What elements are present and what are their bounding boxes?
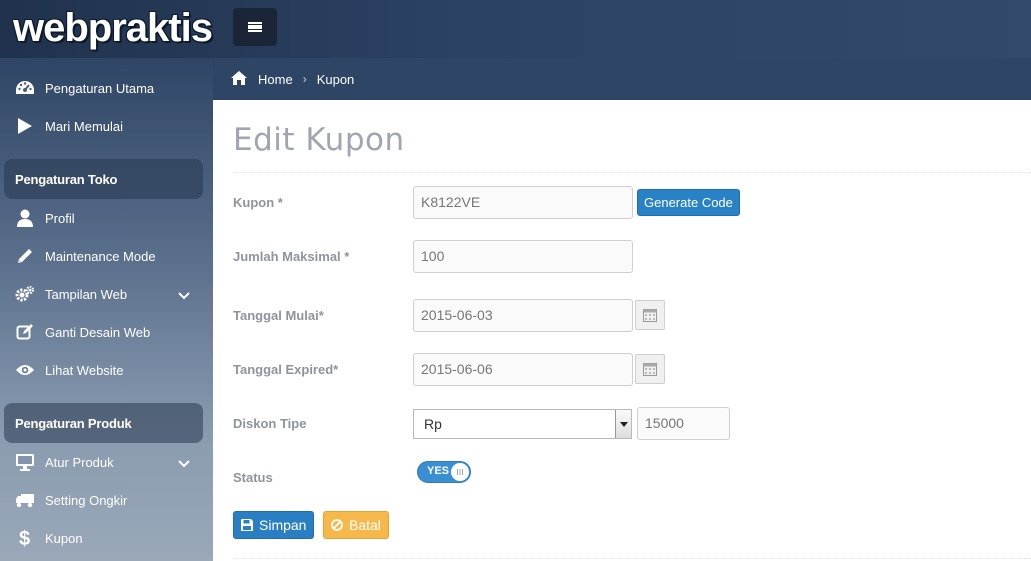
batal-label: Batal [349, 517, 381, 533]
calendar-icon [643, 363, 657, 376]
sidebar-item-pengaturan-utama[interactable]: Pengaturan Utama [0, 70, 213, 106]
divider [233, 172, 1031, 173]
dropdown-arrow-icon [615, 410, 631, 438]
ban-icon [331, 519, 343, 531]
pencil-icon [15, 246, 35, 266]
sidebar-item-setting-ongkir[interactable]: Setting Ongkir [0, 482, 213, 518]
tanggal-expired-input[interactable]: 2015-06-06 [413, 353, 633, 386]
sidebar-item-label: Mari Memulai [45, 118, 124, 134]
save-icon [241, 519, 253, 531]
sidebar-item-label: Pengaturan Utama [45, 80, 155, 96]
sidebar-item-label: Setting Ongkir [45, 492, 128, 508]
sidebar-item-label: Profil [45, 210, 75, 226]
kupon-input[interactable]: K8122VE [413, 186, 633, 219]
sidebar-item-kupon[interactable]: $ Kupon [0, 520, 213, 556]
dashboard-icon [15, 78, 35, 98]
main-content: Edit Kupon Kupon * K8122VE Generate Code… [213, 100, 1031, 561]
menu-toggle-button[interactable] [233, 8, 277, 46]
sidebar-section-produk: Pengaturan Produk [4, 403, 203, 443]
diskon-tipe-label: Diskon Tipe [233, 416, 307, 431]
edit-icon [15, 322, 35, 342]
status-label: Status [233, 470, 273, 485]
sidebar-item-label: Kupon [45, 530, 83, 546]
sidebar-item-label: Lihat Website [45, 362, 124, 378]
tanggal-expired-calendar-button[interactable] [635, 354, 665, 384]
diskon-amount-input[interactable]: 15000 [637, 407, 730, 440]
breadcrumb: Home › Kupon [213, 58, 1031, 100]
batal-button[interactable]: Batal [323, 511, 389, 539]
sidebar-item-atur-produk[interactable]: Atur Produk [0, 444, 213, 480]
jumlah-maksimal-label: Jumlah Maksimal * [233, 249, 350, 264]
sidebar-item-label: Atur Produk [45, 454, 114, 470]
jumlah-maksimal-input[interactable]: 100 [413, 240, 633, 273]
tanggal-mulai-label: Tanggal Mulai* [233, 308, 324, 323]
tanggal-mulai-input[interactable]: 2015-06-03 [413, 299, 633, 332]
svg-text:$: $ [19, 528, 30, 548]
tanggal-expired-label: Tanggal Expired* [233, 362, 339, 377]
simpan-label: Simpan [259, 517, 307, 533]
status-toggle[interactable]: YES [417, 461, 471, 483]
brand-logo[interactable]: webpraktis [13, 6, 213, 50]
divider [233, 558, 1031, 559]
home-icon [230, 70, 248, 89]
chevron-down-icon [178, 456, 190, 471]
sidebar-item-lihat-website[interactable]: Lihat Website [0, 352, 213, 388]
diskon-tipe-select[interactable]: Rp [413, 409, 632, 439]
simpan-button[interactable]: Simpan [233, 511, 315, 539]
sidebar-item-maintenance-mode[interactable]: Maintenance Mode [0, 238, 213, 274]
chevron-right-icon: › [302, 72, 307, 86]
toggle-knob-icon [451, 463, 469, 481]
play-icon [15, 116, 35, 136]
gears-icon [15, 284, 35, 304]
sidebar-item-label: Tampilan Web [45, 286, 128, 302]
truck-icon [15, 490, 35, 510]
user-icon [15, 208, 35, 228]
chevron-down-icon [178, 288, 190, 303]
sidebar-item-label: Maintenance Mode [45, 248, 156, 264]
page-title: Edit Kupon [233, 122, 405, 158]
kupon-label: Kupon * [233, 195, 283, 210]
top-bar: webpraktis [0, 0, 1031, 58]
hamburger-icon [248, 22, 262, 32]
eye-icon [15, 360, 35, 380]
sidebar-item-profil[interactable]: Profil [0, 200, 213, 236]
diskon-tipe-selected: Rp [424, 416, 442, 432]
calendar-icon [643, 309, 657, 322]
sidebar-item-label: Ganti Desain Web [45, 324, 151, 340]
breadcrumb-current: Kupon [316, 71, 355, 87]
status-toggle-text: YES [427, 465, 450, 477]
sidebar-section-toko: Pengaturan Toko [4, 159, 203, 199]
tanggal-mulai-calendar-button[interactable] [635, 300, 665, 330]
sidebar-item-ganti-desain-web[interactable]: Ganti Desain Web [0, 314, 213, 350]
sidebar: Pengaturan Utama Mari Memulai Pengaturan… [0, 58, 213, 561]
generate-code-button[interactable]: Generate Code [637, 189, 740, 216]
monitor-icon [15, 452, 35, 472]
dollar-icon: $ [15, 528, 35, 548]
sidebar-item-mari-memulai[interactable]: Mari Memulai [0, 108, 213, 144]
sidebar-item-tampilan-web[interactable]: Tampilan Web [0, 276, 213, 312]
breadcrumb-home-link[interactable]: Home [258, 72, 293, 87]
